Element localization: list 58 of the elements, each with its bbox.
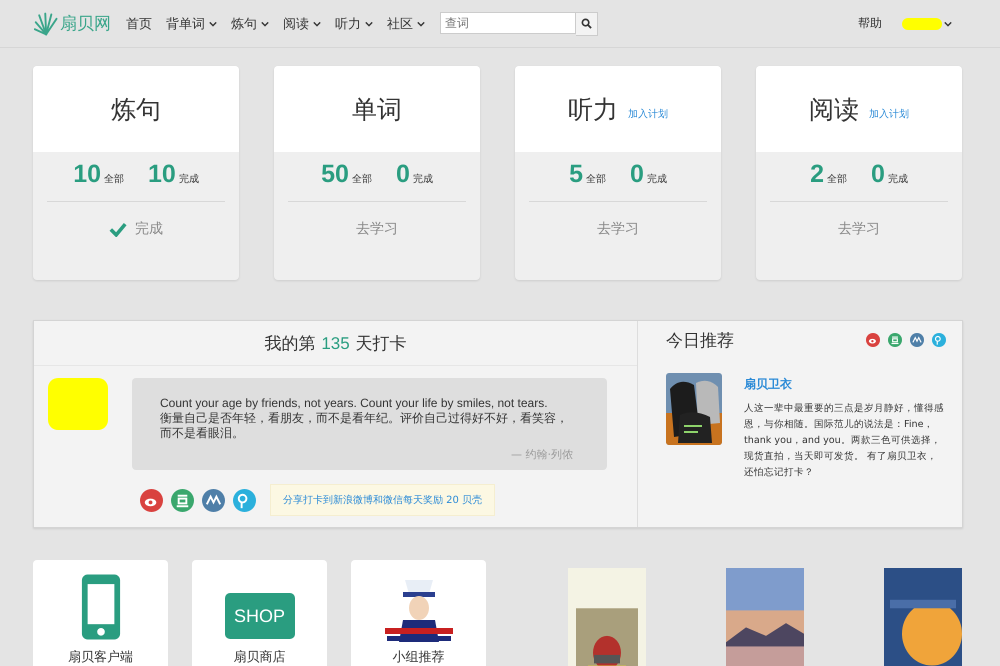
section-title: 今日推荐 bbox=[666, 330, 734, 352]
add-plan-link[interactable]: 加入计划 bbox=[869, 107, 909, 121]
loop-icon[interactable] bbox=[233, 488, 256, 512]
checkin-title: 我的第 135 天打卡 bbox=[264, 332, 407, 354]
quote-text: Count your age by friends, not years. Count your life by smiles, not tears. 衡量自己是否年轻，看朋友，而不是看年纪。评价自己过得好不好，看笑容，而不是看眼泪。 bbox=[160, 396, 569, 441]
total-count: 2 bbox=[810, 160, 824, 189]
bars-icon[interactable] bbox=[171, 488, 194, 512]
product-description: 人这一辈中最重要的三点是岁月静好，懂得感恩，与你相随。国际范儿的说法是：Fine，thank you，and you。两款三色可供选择，现货直拍，当天即可发货。 有了扇贝卫衣，还怕忘记打卡？ bbox=[744, 402, 945, 480]
swirl-icon[interactable] bbox=[866, 333, 880, 347]
count-label: 全部 bbox=[827, 172, 847, 186]
user-menu[interactable] bbox=[902, 18, 952, 30]
total-count: 50 bbox=[321, 160, 349, 189]
tile-label: 扇贝商店 bbox=[234, 649, 286, 666]
feature-tile[interactable]: 扇贝客户端 bbox=[33, 560, 168, 666]
bars-icon[interactable] bbox=[888, 333, 902, 347]
help-link[interactable]: 帮助 bbox=[852, 14, 888, 33]
total-count: 10 bbox=[73, 160, 101, 189]
feature-tile[interactable]: 小组推荐 bbox=[351, 560, 486, 666]
count-label: 完成 bbox=[646, 172, 667, 186]
people-icon[interactable] bbox=[202, 488, 225, 512]
share-reward-note: 分享打卡到新浪微博和微信每天奖励 20 贝壳 bbox=[270, 484, 496, 516]
phone-icon bbox=[80, 572, 122, 642]
done-count: 0 bbox=[630, 160, 644, 189]
nav-menu-item[interactable]: 听力 bbox=[328, 14, 380, 32]
nav-menu-item[interactable]: 背单词 bbox=[159, 14, 224, 32]
tile-label: 小组推荐 bbox=[392, 649, 444, 666]
done-count: 0 bbox=[871, 160, 885, 189]
avatar-placeholder bbox=[48, 378, 108, 430]
search-icon bbox=[581, 18, 592, 29]
caret-icon bbox=[944, 20, 952, 26]
done-count: 0 bbox=[396, 160, 410, 189]
nav-menu-item[interactable]: 炼句 bbox=[224, 14, 276, 32]
card-title: 阅读 bbox=[809, 94, 859, 126]
people-icon[interactable] bbox=[910, 333, 924, 347]
nav-menu-item[interactable]: 阅读 bbox=[276, 14, 328, 32]
search-button[interactable] bbox=[576, 12, 598, 36]
count-label: 全部 bbox=[586, 172, 606, 186]
shop-sign: SHOP bbox=[224, 593, 294, 639]
loop-icon[interactable] bbox=[932, 333, 946, 347]
card-title: 单词 bbox=[352, 94, 402, 126]
feature-tile[interactable]: SHOP 扇贝商店 bbox=[192, 560, 327, 666]
swirl-icon[interactable] bbox=[140, 488, 163, 512]
search-field[interactable]: 查词 bbox=[440, 12, 576, 34]
tile-label: 扇贝客户端 bbox=[68, 649, 133, 666]
nav-menu-item[interactable]: 首页 bbox=[119, 14, 159, 32]
card-title: 听力 bbox=[568, 94, 618, 126]
count-label: 全部 bbox=[352, 172, 372, 186]
count-label: 完成 bbox=[178, 172, 199, 186]
nav-menu-item[interactable]: 社区 bbox=[380, 14, 432, 32]
count-label: 完成 bbox=[412, 172, 433, 186]
done-count: 10 bbox=[148, 160, 176, 189]
add-plan-link[interactable]: 加入计划 bbox=[628, 107, 668, 121]
card-title: 炼句 bbox=[111, 94, 161, 126]
count-label: 完成 bbox=[888, 172, 908, 186]
total-count: 5 bbox=[569, 160, 583, 189]
quote-author: — 约翰·列侬 bbox=[510, 447, 573, 462]
count-label: 全部 bbox=[104, 172, 124, 186]
fan-logo-icon[interactable] bbox=[34, 10, 60, 36]
